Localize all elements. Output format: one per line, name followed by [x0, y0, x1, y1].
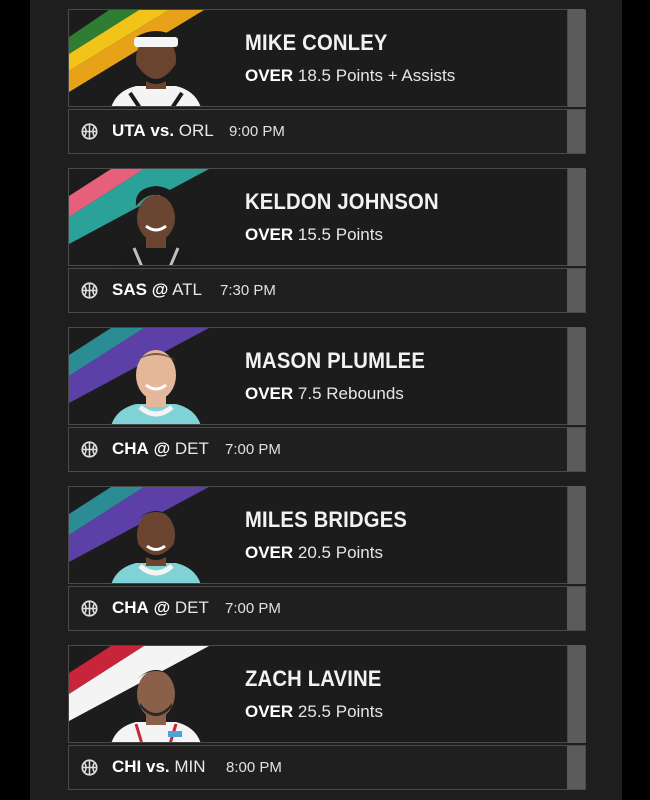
player-headshot: [111, 186, 201, 265]
player-headshot: [111, 670, 201, 742]
team-1: SAS: [112, 280, 147, 299]
card-side-rail: [567, 428, 585, 471]
card-side-rail: [567, 746, 585, 789]
game-time: 7:30 PM: [220, 282, 276, 299]
card-side-rail: [568, 9, 586, 107]
matchup: CHI vs. MIN: [112, 757, 206, 777]
pick-card-header[interactable]: ZACH LAVINE OVER 25.5 Points: [68, 645, 568, 743]
card-side-rail: [567, 587, 585, 630]
matchup: SAS @ ATL: [112, 280, 202, 300]
matchup-separator: @: [153, 598, 171, 617]
pick-direction: OVER: [245, 225, 294, 244]
player-name: ZACH LAVINE: [245, 666, 382, 691]
pick-card[interactable]: MIKE CONLEY OVER 18.5 Points + Assists U…: [68, 9, 586, 154]
pick-line: OVER 20.5 Points: [245, 543, 383, 563]
basketball-icon: [81, 759, 98, 776]
pick-direction: OVER: [245, 702, 294, 721]
matchup: CHA @ DET: [112, 598, 209, 618]
pick-stat: 20.5 Points: [297, 543, 383, 562]
pick-card-header[interactable]: KELDON JOHNSON OVER 15.5 Points: [68, 168, 568, 266]
pick-stat: 25.5 Points: [297, 702, 383, 721]
pick-line: OVER 25.5 Points: [245, 702, 383, 722]
player-headshot: [111, 350, 201, 424]
team-1: CHA: [112, 598, 149, 617]
matchup-separator: @: [153, 439, 171, 458]
team-2: MIN: [174, 757, 206, 776]
team-2: DET: [174, 598, 209, 617]
player-name: MIKE CONLEY: [245, 30, 388, 55]
pick-line: OVER 7.5 Rebounds: [245, 384, 404, 404]
pick-card[interactable]: MILES BRIDGES OVER 20.5 Points CHA @ DET…: [68, 486, 586, 631]
game-time: 7:00 PM: [225, 600, 281, 617]
team-1: CHI: [112, 757, 142, 776]
player-headshot: [111, 31, 201, 106]
pick-line: OVER 15.5 Points: [245, 225, 383, 245]
game-time: 9:00 PM: [229, 123, 285, 140]
pick-card[interactable]: MASON PLUMLEE OVER 7.5 Rebounds CHA @ DE…: [68, 327, 586, 472]
pick-card-header[interactable]: MILES BRIDGES OVER 20.5 Points: [68, 486, 568, 584]
pick-direction: OVER: [245, 66, 294, 85]
pick-stat: 15.5 Points: [297, 225, 383, 244]
pick-card[interactable]: KELDON JOHNSON OVER 15.5 Points SAS @ AT…: [68, 168, 586, 313]
game-time: 7:00 PM: [225, 441, 281, 458]
team-2: DET: [174, 439, 209, 458]
basketball-icon: [81, 600, 98, 617]
matchup: CHA @ DET: [112, 439, 209, 459]
card-side-rail: [568, 327, 586, 425]
pick-stat: 7.5 Rebounds: [297, 384, 404, 403]
team-2: ATL: [172, 280, 202, 299]
player-name: MILES BRIDGES: [245, 507, 408, 532]
card-side-rail: [568, 645, 586, 743]
matchup: UTA vs. ORL: [112, 121, 214, 141]
player-name: KELDON JOHNSON: [245, 189, 439, 214]
player-name: MASON PLUMLEE: [245, 348, 426, 373]
card-side-rail: [567, 269, 585, 312]
game-info-bar: CHA @ DET 7:00 PM: [68, 427, 586, 472]
player-headshot: [111, 511, 201, 583]
pick-card[interactable]: ZACH LAVINE OVER 25.5 Points CHI vs. MIN…: [68, 645, 586, 790]
card-side-rail: [567, 110, 585, 153]
team-1: CHA: [112, 439, 149, 458]
game-info-bar: SAS @ ATL 7:30 PM: [68, 268, 586, 313]
pick-card-header[interactable]: MIKE CONLEY OVER 18.5 Points + Assists: [68, 9, 568, 107]
matchup-separator: vs.: [150, 121, 175, 140]
pick-stat: 18.5 Points + Assists: [297, 66, 456, 85]
card-side-rail: [568, 168, 586, 266]
game-info-bar: CHA @ DET 7:00 PM: [68, 586, 586, 631]
pick-line: OVER 18.5 Points + Assists: [245, 66, 455, 86]
pick-direction: OVER: [245, 384, 294, 403]
pick-card-header[interactable]: MASON PLUMLEE OVER 7.5 Rebounds: [68, 327, 568, 425]
basketball-icon: [81, 441, 98, 458]
card-side-rail: [568, 486, 586, 584]
matchup-separator: vs.: [146, 757, 170, 776]
team-1: UTA: [112, 121, 146, 140]
game-time: 8:00 PM: [226, 759, 282, 776]
game-info-bar: CHI vs. MIN 8:00 PM: [68, 745, 586, 790]
matchup-separator: @: [151, 280, 169, 299]
pick-direction: OVER: [245, 543, 294, 562]
team-2: ORL: [178, 121, 214, 140]
basketball-icon: [81, 123, 98, 140]
game-info-bar: UTA vs. ORL 9:00 PM: [68, 109, 586, 154]
basketball-icon: [81, 282, 98, 299]
